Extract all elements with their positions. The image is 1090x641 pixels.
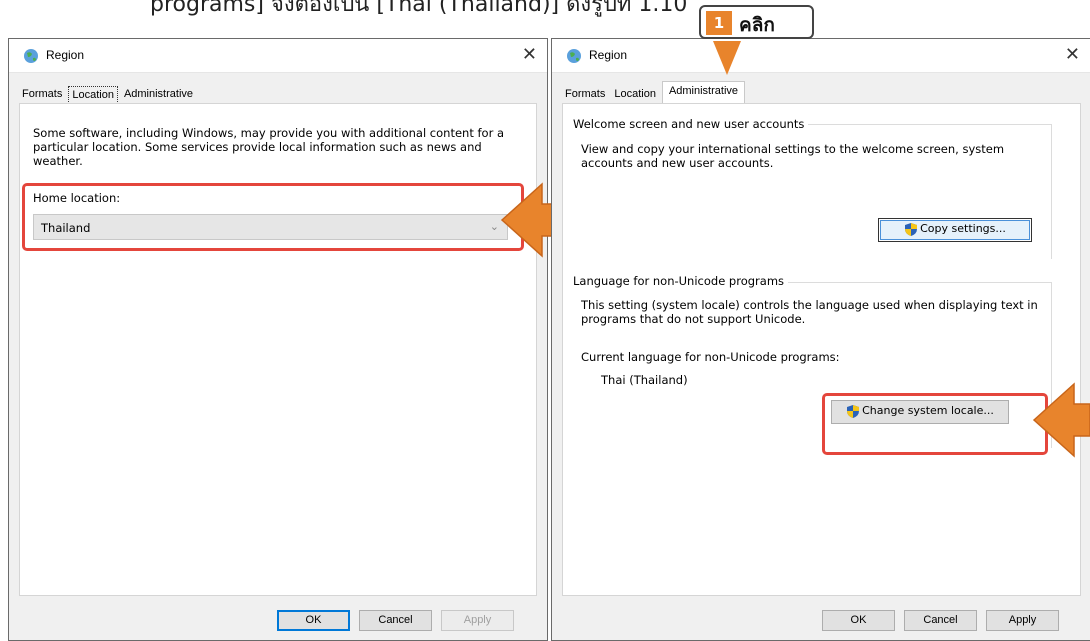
tab-strip: Formats Location Administrative (19, 86, 199, 104)
cancel-button[interactable]: Cancel (359, 610, 432, 631)
button-bar: OK Cancel Apply (552, 600, 1090, 640)
region-dialog-location: Region ✕ Formats Location Administrative… (8, 38, 548, 641)
dialog-title: Region (589, 48, 628, 62)
step-callout: 1 คลิก (699, 5, 814, 39)
close-icon[interactable]: ✕ (1065, 44, 1080, 65)
welcome-group-title: Welcome screen and new user accounts (573, 117, 809, 131)
location-description: Some software, including Windows, may pr… (33, 126, 505, 168)
uac-shield-icon (905, 222, 918, 236)
down-pointing-arrow-icon (713, 41, 741, 75)
region-dialog-administrative: Region ✕ Formats Location Administrative… (551, 38, 1090, 641)
administrative-panel: Welcome screen and new user accounts Vie… (562, 103, 1081, 596)
step-instruction: คลิก (739, 14, 775, 36)
left-pointing-arrow-icon (1032, 382, 1090, 458)
globe-icon (24, 49, 38, 63)
copy-settings-button[interactable]: Copy settings... (878, 218, 1032, 242)
tab-strip: Formats Location Administrative (562, 81, 748, 104)
step-number: 1 (706, 11, 732, 35)
tab-administrative[interactable]: Administrative (661, 81, 746, 104)
titlebar: Region ✕ (552, 39, 1090, 73)
close-icon[interactable]: ✕ (522, 44, 537, 65)
copy-settings-label: Copy settings... (920, 222, 1006, 235)
current-language-label: Current language for non-Unicode program… (581, 350, 840, 364)
apply-button[interactable]: Apply (441, 610, 514, 631)
ok-button[interactable]: OK (277, 610, 350, 631)
unicode-description: This setting (system locale) controls th… (581, 298, 1038, 326)
current-language-value: Thai (Thailand) (601, 373, 688, 387)
welcome-description: View and copy your international setting… (581, 142, 1005, 170)
home-location-highlight (22, 183, 524, 251)
cancel-button[interactable]: Cancel (904, 610, 977, 631)
tab-location[interactable]: Location (68, 86, 118, 104)
tab-administrative[interactable]: Administrative (121, 86, 196, 104)
tab-formats[interactable]: Formats (562, 86, 608, 104)
button-bar: OK Cancel Apply (9, 600, 547, 640)
unicode-group-title: Language for non-Unicode programs (573, 274, 789, 288)
tab-location[interactable]: Location (611, 86, 659, 104)
globe-icon (567, 49, 581, 63)
tab-formats[interactable]: Formats (19, 86, 65, 104)
dialog-title: Region (46, 48, 85, 62)
ok-button[interactable]: OK (822, 610, 895, 631)
page-caption: programs] จึงต้องเป็น [Thai (Thailand)] … (150, 0, 688, 17)
titlebar: Region ✕ (9, 39, 547, 73)
change-locale-highlight (822, 393, 1048, 455)
apply-button[interactable]: Apply (986, 610, 1059, 631)
location-panel: Some software, including Windows, may pr… (19, 103, 537, 596)
